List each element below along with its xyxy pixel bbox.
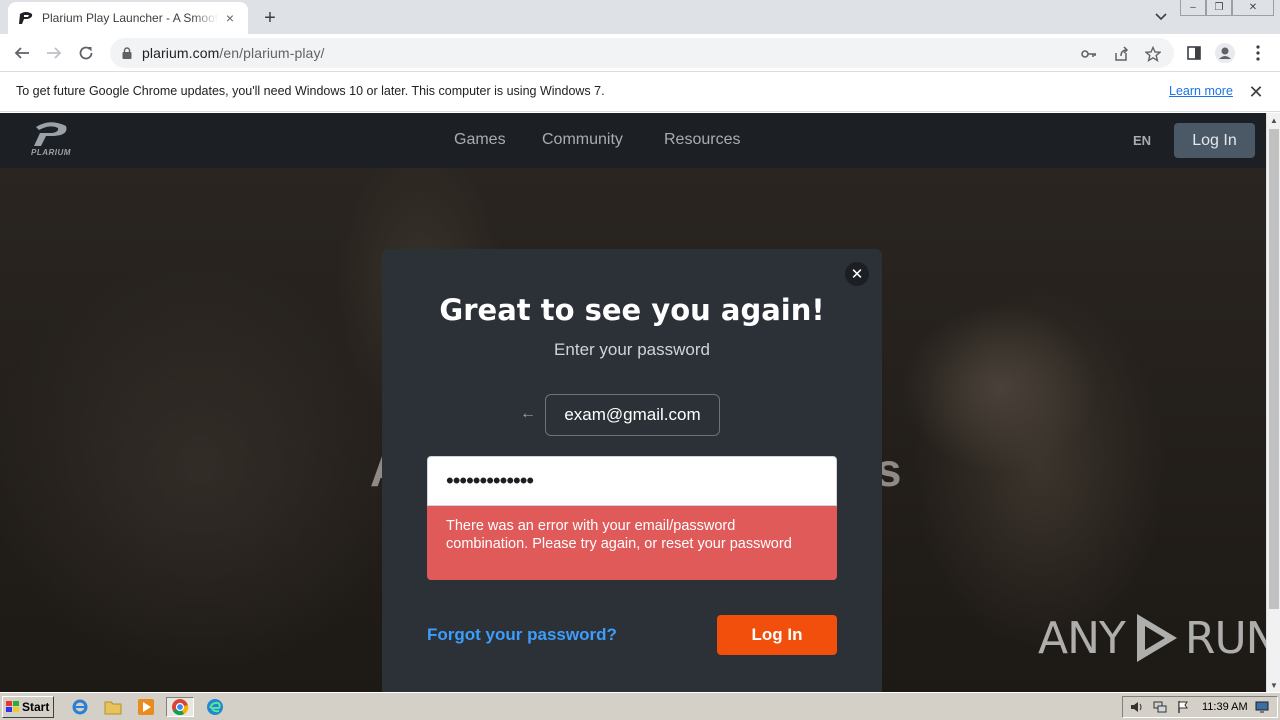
anyrun-watermark: ANY RUN <box>1038 608 1266 668</box>
taskbar-clock: 11:39 AM <box>1202 701 1248 713</box>
media-player-icon[interactable] <box>135 697 157 717</box>
browser-toolbar: plarium.com/en/plarium-play/ <box>0 34 1280 72</box>
kebab-menu-icon[interactable] <box>1247 42 1269 64</box>
scroll-up-icon[interactable]: ▲ <box>1267 113 1280 127</box>
lock-icon[interactable] <box>120 46 134 60</box>
address-bar[interactable]: plarium.com/en/plarium-play/ <box>110 38 1174 68</box>
back-arrow-icon[interactable]: ← <box>518 404 538 424</box>
key-icon[interactable] <box>1080 45 1098 63</box>
plarium-logo[interactable]: PLARIUM <box>26 121 76 161</box>
password-input[interactable]: ••••••••••••• <box>427 456 837 506</box>
login-modal: ✕ Great to see you again! Enter your pas… <box>382 249 882 692</box>
tab-search-icon[interactable] <box>1150 6 1172 28</box>
scroll-thumb[interactable] <box>1269 129 1279 609</box>
monitor-icon[interactable] <box>1253 698 1271 716</box>
system-tray: 11:39 AM <box>1122 696 1278 718</box>
watermark-left: ANY <box>1038 612 1126 664</box>
header-login-button[interactable]: Log In <box>1174 123 1255 158</box>
window-controls: – ❐ ✕ <box>1180 0 1274 16</box>
minimize-button[interactable]: – <box>1180 0 1206 16</box>
play-icon <box>1136 614 1177 662</box>
windows-taskbar: Start 11:39 AM <box>0 692 1280 720</box>
forward-icon[interactable] <box>41 40 67 66</box>
new-tab-button[interactable]: + <box>258 6 282 30</box>
ie-icon[interactable] <box>69 697 91 717</box>
language-selector[interactable]: EN <box>1133 133 1151 148</box>
site-header: PLARIUM Games Community Resources EN Log… <box>0 113 1266 168</box>
error-message: There was an error with your email/passw… <box>427 506 837 580</box>
plarium-favicon-icon <box>18 10 34 26</box>
star-icon[interactable] <box>1144 45 1162 63</box>
modal-close-icon[interactable]: ✕ <box>845 262 869 286</box>
nav-community[interactable]: Community <box>542 131 623 149</box>
infobar-close-icon[interactable]: ✕ <box>1246 82 1266 102</box>
modal-subtitle: Enter your password <box>554 340 710 359</box>
folder-icon[interactable] <box>102 697 124 717</box>
share-icon[interactable] <box>1112 45 1130 63</box>
nav-resources[interactable]: Resources <box>664 131 740 149</box>
close-window-button[interactable]: ✕ <box>1232 0 1274 16</box>
network-icon[interactable] <box>1151 698 1169 716</box>
learn-more-link[interactable]: Learn more <box>1169 84 1233 98</box>
url-text: plarium.com/en/plarium-play/ <box>142 45 325 61</box>
browser-tab[interactable]: Plarium Play Launcher - A Smoother Gamin… <box>8 2 248 34</box>
chrome-icon[interactable] <box>166 697 194 717</box>
sidepanel-icon[interactable] <box>1183 42 1205 64</box>
flag-icon[interactable] <box>1174 698 1192 716</box>
page-scrollbar[interactable]: ▲ ▼ <box>1266 113 1280 692</box>
scroll-down-icon[interactable]: ▼ <box>1267 678 1280 692</box>
back-icon[interactable] <box>9 40 35 66</box>
login-submit-button[interactable]: Log In <box>717 615 837 655</box>
start-button[interactable]: Start <box>2 696 54 718</box>
tab-close-icon[interactable]: × <box>222 10 238 26</box>
restore-button[interactable]: ❐ <box>1206 0 1232 16</box>
infobar-message: To get future Google Chrome updates, you… <box>16 84 605 98</box>
forgot-password-link[interactable]: Forgot your password? <box>427 625 617 645</box>
email-chip[interactable]: exam@gmail.com <box>545 394 720 436</box>
speaker-icon[interactable] <box>1128 698 1146 716</box>
windows-logo-icon <box>6 701 19 712</box>
watermark-right: RUN <box>1184 612 1266 664</box>
tab-title: Plarium Play Launcher - A Smoother Gamin… <box>42 11 218 25</box>
profile-icon[interactable] <box>1214 42 1236 64</box>
nav-games[interactable]: Games <box>454 131 506 149</box>
update-infobar: To get future Google Chrome updates, you… <box>0 72 1280 112</box>
edge-icon[interactable] <box>204 697 226 717</box>
modal-title: Great to see you again! <box>439 293 825 327</box>
page-content: A rs PLARIUM Games Community Resources E… <box>0 113 1266 692</box>
reload-icon[interactable] <box>73 40 99 66</box>
tab-strip: Plarium Play Launcher - A Smoother Gamin… <box>0 0 1280 34</box>
logo-wordmark: PLARIUM <box>31 148 71 157</box>
